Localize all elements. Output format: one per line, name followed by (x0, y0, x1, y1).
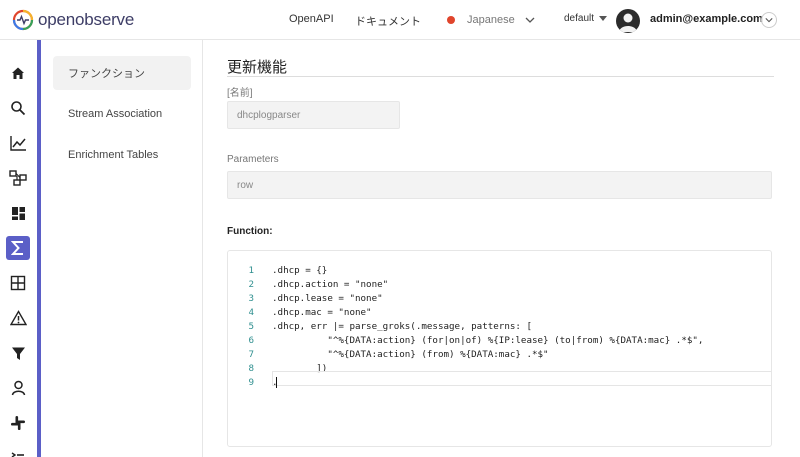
nav-dashboards[interactable] (6, 201, 30, 225)
avatar[interactable] (616, 9, 640, 33)
logo[interactable]: openobserve (12, 8, 134, 32)
nav-home[interactable] (6, 61, 30, 85)
subnav-item-label: ファンクション (68, 68, 145, 80)
code-editor[interactable]: 1 .dhcp = {} 2 .dhcp.action = "none" 3 .dhc… (227, 250, 772, 447)
ingestion-icon (11, 347, 25, 360)
user-menu-button[interactable] (761, 12, 777, 28)
subnav-item-label: Stream Association (68, 108, 163, 120)
code-text: .dhcp.action = "none" (272, 279, 389, 290)
subnav-item-label: Enrichment Tables (68, 149, 159, 161)
subnav-item-functions[interactable]: ファンクション (53, 56, 191, 90)
main-content: 更新機能 [名前] dhcplogparser Parameters row F… (203, 40, 800, 457)
code-line: 9. (228, 376, 771, 390)
line-number: 3 (248, 293, 254, 304)
nav-search[interactable] (6, 96, 30, 120)
text-cursor (276, 377, 277, 388)
user-avatar-icon (619, 13, 637, 32)
iam-icon (11, 380, 25, 396)
code-text: .dhcp.lease = "none" (272, 293, 383, 304)
language-flag-icon (447, 16, 455, 24)
top-header: openobserve OpenAPI ドキュメント Japanese defa… (0, 0, 800, 40)
line-number: 5 (248, 321, 254, 332)
traces-icon (9, 170, 27, 186)
org-label: default (564, 13, 595, 24)
search-icon (11, 101, 26, 116)
language-selector[interactable]: Japanese (447, 11, 535, 29)
code-text: .dhcp.mac = "none" (272, 307, 372, 318)
code-text: "^%{DATA:action} (for|on|of) %{IP:lease}… (272, 335, 704, 346)
streams-icon (10, 275, 26, 291)
functions-icon (11, 241, 23, 255)
home-icon (12, 67, 24, 79)
name-value: dhcplogparser (237, 109, 301, 121)
functions-subnav: ファンクション Stream Association Enrichment Ta… (41, 40, 203, 457)
name-label: [名前] (227, 88, 253, 99)
org-selector[interactable]: default (564, 13, 608, 24)
chevron-down-icon (765, 18, 773, 23)
dashboards-icon (11, 206, 25, 220)
line-number: 4 (248, 307, 254, 318)
list-icon (11, 452, 24, 457)
line-number: 8 (248, 363, 254, 374)
code-line: 6 "^%{DATA:action} (for|on|of) %{IP:leas… (228, 334, 771, 348)
slack-icon (11, 416, 25, 430)
code-text: "^%{DATA:action} (from) %{DATA:mac} .*$" (272, 349, 549, 360)
nav-ingestion[interactable] (6, 341, 30, 365)
line-number: 2 (248, 279, 254, 290)
function-label: Function: (227, 226, 273, 237)
code-line: 2 .dhcp.action = "none" (228, 278, 771, 292)
parameters-field[interactable]: row (227, 171, 772, 199)
nav-more[interactable] (6, 443, 30, 457)
subnav-item-stream-association[interactable]: Stream Association (53, 97, 191, 131)
metrics-icon (9, 136, 26, 151)
title-divider (227, 76, 774, 77)
page-title: 更新機能 (227, 59, 288, 76)
line-number: 7 (248, 349, 254, 360)
code-line: 3 .dhcp.lease = "none" (228, 292, 771, 306)
nav-metrics[interactable] (6, 131, 30, 155)
line-number: 9 (248, 377, 254, 388)
nav-streams[interactable] (6, 271, 30, 295)
parameters-value: row (237, 179, 254, 191)
nav-slack[interactable] (6, 411, 30, 435)
chevron-down-icon (525, 17, 535, 23)
alerts-icon (9, 310, 27, 326)
code-text: .dhcp = {} (272, 265, 328, 276)
docs-link[interactable]: ドキュメント (355, 13, 421, 29)
code-line: 4 .dhcp.mac = "none" (228, 306, 771, 320)
nav-traces[interactable] (6, 166, 30, 190)
line-number: 6 (248, 335, 254, 346)
caret-down-icon (599, 16, 608, 21)
openobserve-logo-icon (12, 9, 34, 31)
nav-functions[interactable] (6, 236, 30, 260)
subnav-item-enrichment-tables[interactable]: Enrichment Tables (53, 138, 191, 172)
user-email[interactable]: admin@example.com (650, 13, 763, 25)
code-line: 5 .dhcp, err |= parse_groks(.message, pat… (228, 320, 771, 334)
language-label: Japanese (467, 14, 515, 26)
nav-alerts[interactable] (6, 306, 30, 330)
line-number: 1 (248, 265, 254, 276)
code-line: 1 .dhcp = {} (228, 264, 771, 278)
parameters-label: Parameters (227, 154, 279, 165)
code-line: 7 "^%{DATA:action} (from) %{DATA:mac} .*… (228, 348, 771, 362)
nav-iam[interactable] (6, 376, 30, 400)
code-text: .dhcp, err |= parse_groks(.message, patt… (272, 321, 532, 332)
openapi-link[interactable]: OpenAPI (289, 13, 334, 25)
left-rail (0, 40, 38, 457)
logo-text: openobserve (38, 10, 135, 29)
name-field[interactable]: dhcplogparser (227, 101, 400, 129)
